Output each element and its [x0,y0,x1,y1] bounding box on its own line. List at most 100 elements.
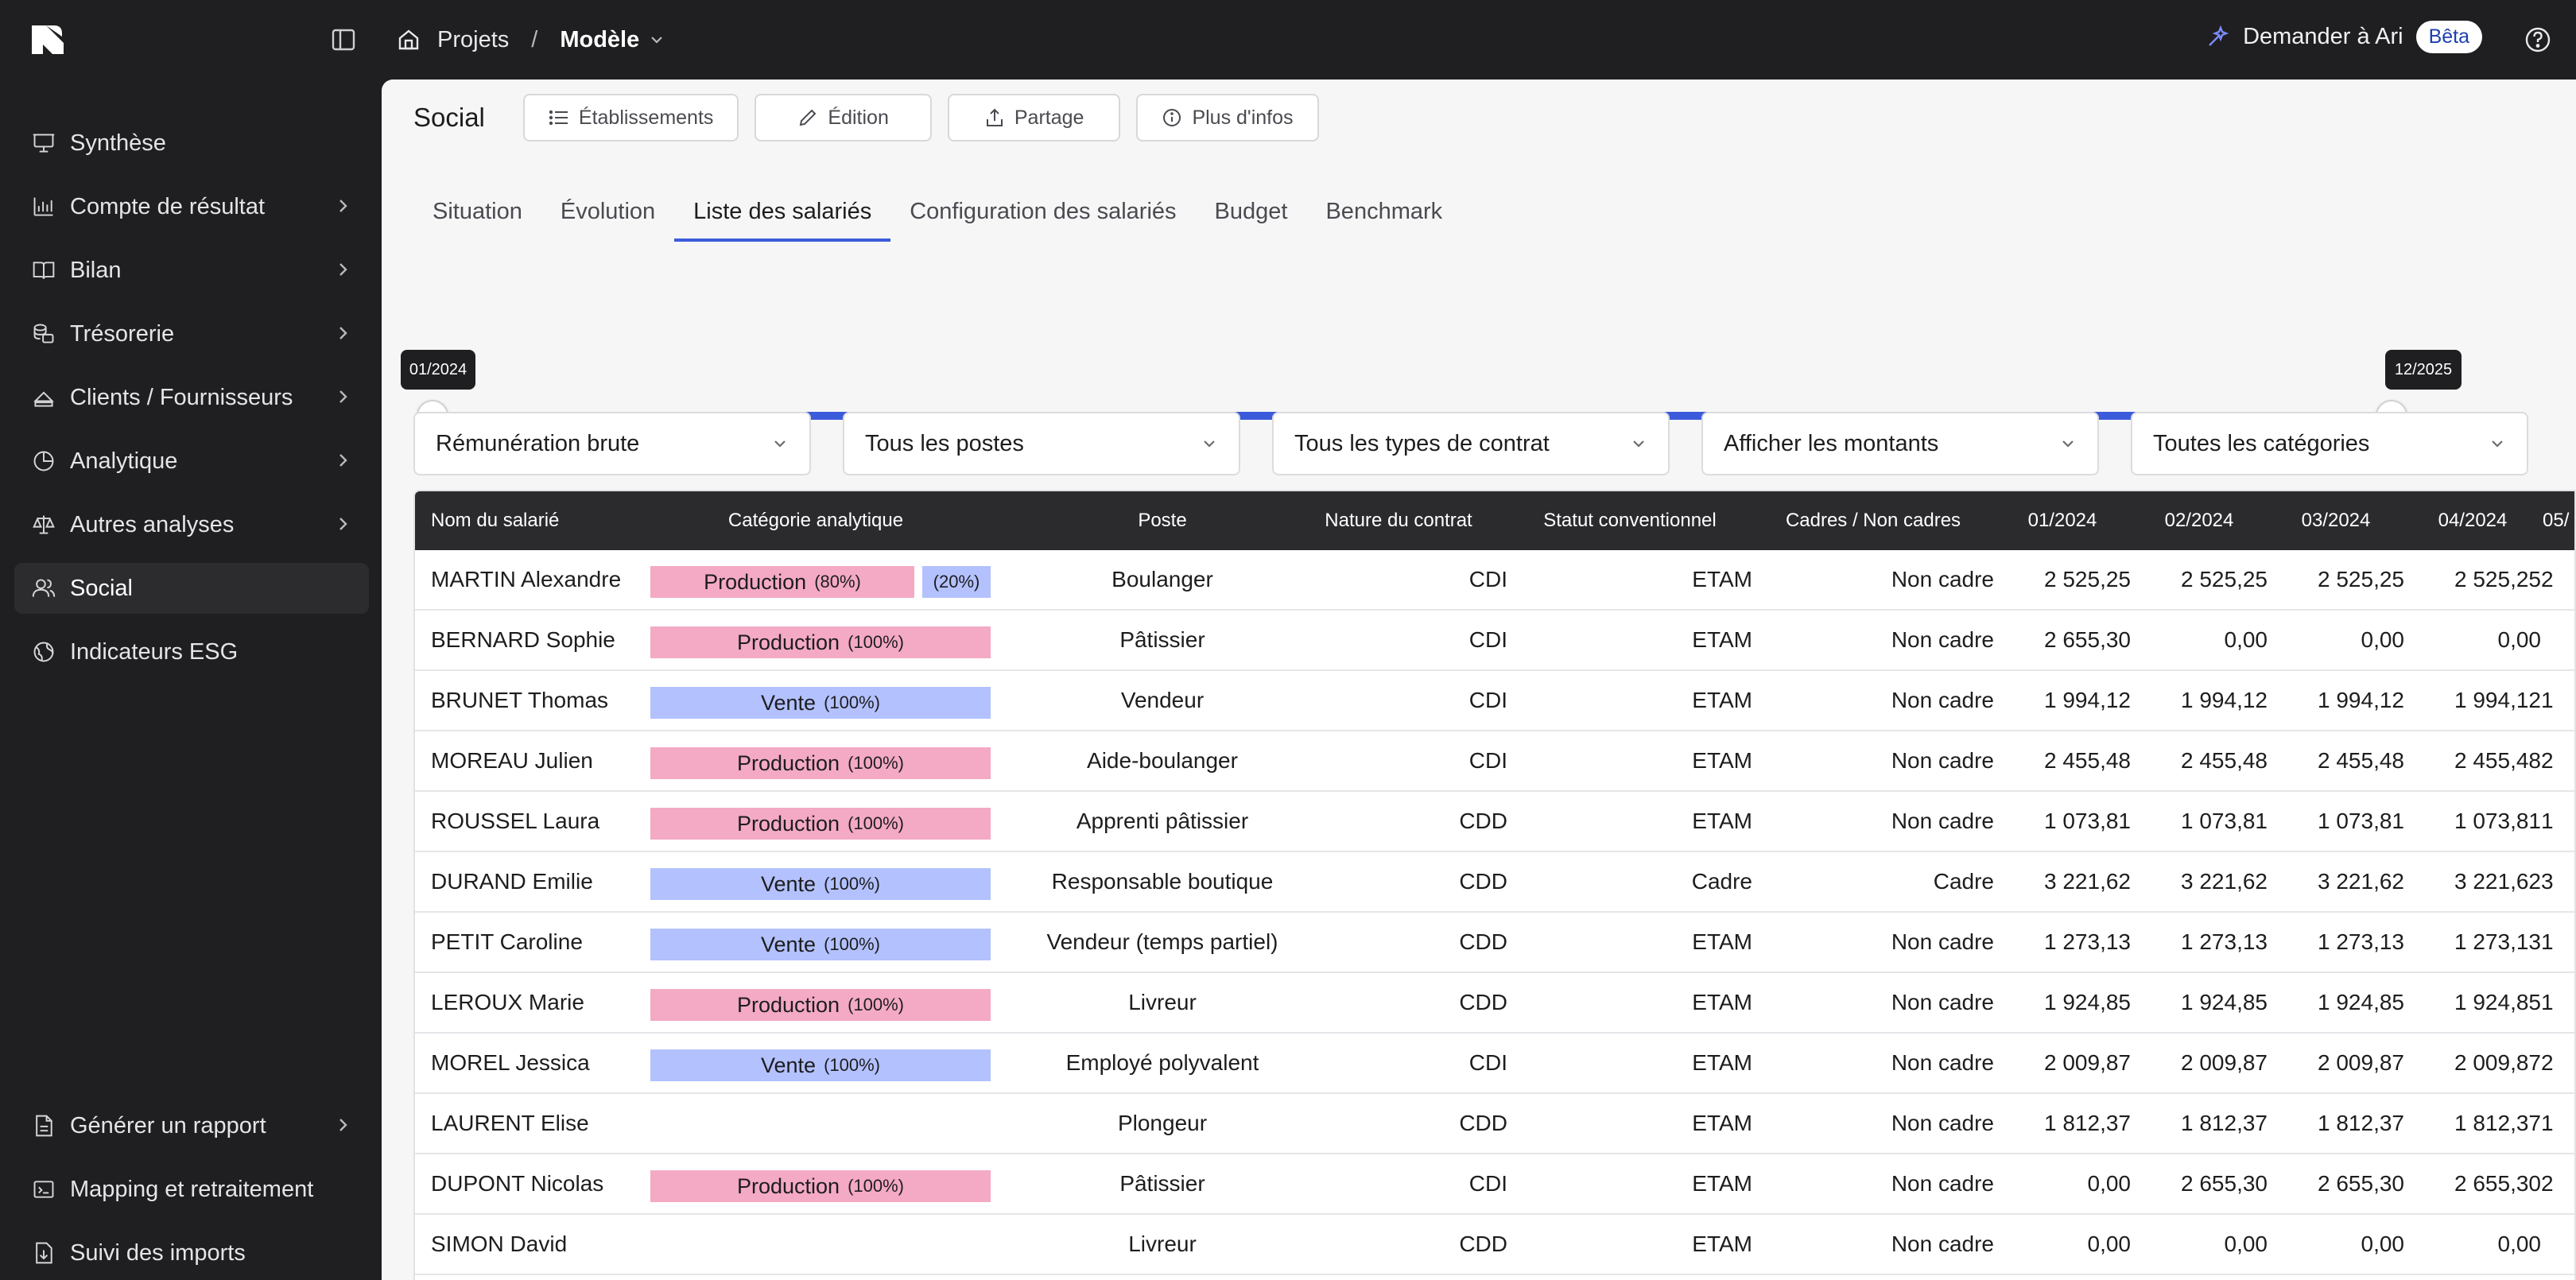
tab-configuration-des-salariés[interactable]: Configuration des salariés [890,184,1195,242]
table-row[interactable]: PETIT Caroline Vente (100%) Vendeur (temps … [415,913,2574,973]
table-row[interactable]: MOREL Jessica Vente (100%) Employé polyvale… [415,1034,2574,1094]
cell-contrat: CDI [1468,748,1507,773]
cell-m1: 1 924,85 [2044,990,2131,1014]
sidebar-item-mapping-et-retraitement[interactable]: Mapping et retraitement [14,1164,369,1215]
ask-ari-label: Demander à Ari [2243,24,2403,49]
category-label: Production [736,751,840,775]
cell-name: SIMON David [431,1232,568,1256]
table-row[interactable]: LEROUX Marie Production (100%) Livreur CDD ET… [415,973,2574,1034]
table-row[interactable]: DURAND Emilie Vente (100%) Responsable bout… [415,852,2574,913]
sidebar-item-social[interactable]: Social [14,563,369,614]
users-icon [30,575,57,602]
cell-contrat: CDD [1459,990,1507,1014]
page-title: Social [413,103,485,132]
sidebar-item-compte-de-résultat[interactable]: Compte de résultat [14,181,369,232]
brand-logo-icon[interactable] [29,22,67,57]
range-start-tooltip: 01/2024 [401,350,475,390]
column-header[interactable]: Poste [1003,491,1321,550]
cell-statut: ETAM [1692,1232,1752,1256]
cell-m5: 2 [2541,748,2554,773]
sidebar-item-indicateurs-esg[interactable]: Indicateurs ESG [14,626,369,677]
tab-situation[interactable]: Situation [413,184,541,242]
table-row[interactable]: BRUNET Thomas Vente (100%) Vendeur CDI ETAM No… [415,671,2574,731]
tab-liste-des-salariés[interactable]: Liste des salariés [674,184,891,242]
category-badge: Vente (100%) [650,929,991,960]
breadcrumb: Projets / Modèle [396,22,665,57]
filter-select-3[interactable]: Tous les types de contrat [1272,412,1670,475]
column-header[interactable]: Cadres / Non cadres [1752,491,1994,550]
cell-m1: 1 273,13 [2044,929,2131,954]
sidebar-item-analytique[interactable]: Analytique [14,436,369,487]
table-row[interactable]: MARTIN Alexandre Production (80%) (20%) Boul… [415,550,2574,611]
filter-select-4[interactable]: Afficher les montants [1701,412,2099,475]
table-row[interactable]: MOREAU Julien Production (100%) Aide-boulan… [415,731,2574,792]
column-header[interactable]: Statut conventionnel [1507,491,1752,550]
partage-label: Partage [1014,106,1084,129]
breadcrumb-separator: / [531,26,538,52]
filter-select-5[interactable]: Toutes les catégories [2131,412,2528,475]
category-share: (100%) [824,692,880,712]
tab-budget[interactable]: Budget [1196,184,1307,242]
column-header[interactable]: 02/2024 [2131,491,2268,550]
breadcrumb-current[interactable]: Modèle [560,27,665,53]
cell-m1: 3 221,62 [2044,869,2131,894]
breadcrumb-projects[interactable]: Projets [437,27,509,53]
cell-m1: 0,00 [2087,1171,2132,1196]
column-header[interactable]: 01/2024 [1994,491,2131,550]
main-panel: Social Établissements Édition Partage Pl… [382,80,2576,1280]
category-label: Vente [761,1053,817,1077]
cell-cadre: Non cadre [1891,929,1994,954]
column-header[interactable]: Catégorie analytique [646,491,986,550]
category-badge: (20%) [922,566,991,598]
cell-contrat: CDI [1468,1050,1507,1075]
cell-m5 [2541,1215,2574,1274]
edition-button[interactable]: Édition [755,94,932,142]
sidebar-item-autres-analyses[interactable]: Autres analyses [14,499,369,550]
etablissements-button[interactable]: Établissements [522,94,739,142]
home-icon[interactable] [396,27,421,52]
cell-poste: Aide-boulanger [1087,748,1238,773]
column-header[interactable]: 05/ [2543,491,2574,550]
column-header[interactable]: 04/2024 [2404,491,2541,550]
cell-name: MOREAU Julien [431,748,593,773]
table-row[interactable]: ROUSSEL Laura Production (100%) Apprenti pâ… [415,792,2574,852]
cell-statut: ETAM [1692,990,1752,1014]
column-header[interactable]: 03/2024 [2268,491,2404,550]
cell-m4: 1 273,13 [2454,929,2541,954]
cell-m4: 3 221,62 [2454,869,2541,894]
tab-benchmark[interactable]: Benchmark [1306,184,1461,242]
cell-m4: 1 994,12 [2454,688,2541,712]
sidebar-item-label: Trésorerie [70,320,175,347]
cell-contrat: CDD [1459,1232,1507,1256]
cell-m3: 1 273,13 [2318,929,2404,954]
filter-select-2[interactable]: Tous les postes [843,412,1240,475]
filter-bar: Rémunération brute Tous les postes Tous le… [413,412,2528,475]
cell-m3: 3 221,62 [2318,869,2404,894]
table-row[interactable]: SIMON David Livreur CDD ETAM Non cadre 0,00 0,… [415,1215,2574,1275]
cell-statut: ETAM [1692,627,1752,652]
sidebar-item-suivi-des-imports[interactable]: Suivi des imports [14,1228,369,1278]
help-icon[interactable] [2524,25,2552,54]
plus-infos-button[interactable]: Plus d'infos [1136,94,1319,142]
column-header[interactable]: Nature du contrat [1290,491,1507,550]
sidebar-item-clients-fournisseurs[interactable]: Clients / Fournisseurs [14,372,369,423]
cell-cadre: Non cadre [1891,748,1994,773]
filter-select-1[interactable]: Rémunération brute [413,412,811,475]
sidebar-toggle-icon[interactable] [331,27,356,52]
cell-m4: 0,00 [2497,1232,2542,1256]
column-header[interactable]: Nom du salarié [431,491,646,550]
cell-m2: 1 924,85 [2181,990,2268,1014]
ask-ari-button[interactable]: Demander à Ari Bêta [2205,21,2482,53]
tab-évolution[interactable]: Évolution [541,184,674,242]
cell-name: DURAND Emilie [431,869,593,894]
sidebar-item-générer-un-rapport[interactable]: Générer un rapport [14,1100,369,1151]
mapping-icon [30,1176,57,1203]
table-row[interactable]: LAURENT Elise Plongeur CDD ETAM Non cadre 1 8… [415,1094,2574,1154]
category-badge: Vente (100%) [650,687,991,719]
table-row[interactable]: BERNARD Sophie Production (100%) Pâtissier C… [415,611,2574,671]
partage-button[interactable]: Partage [947,94,1121,142]
table-row[interactable]: DUPONT Nicolas Production (100%) Pâtissier C… [415,1154,2574,1215]
sidebar-item-synthèse[interactable]: Synthèse [14,118,369,169]
sidebar-item-bilan[interactable]: Bilan [14,245,369,296]
sidebar-item-trésorerie[interactable]: Trésorerie [14,308,369,359]
